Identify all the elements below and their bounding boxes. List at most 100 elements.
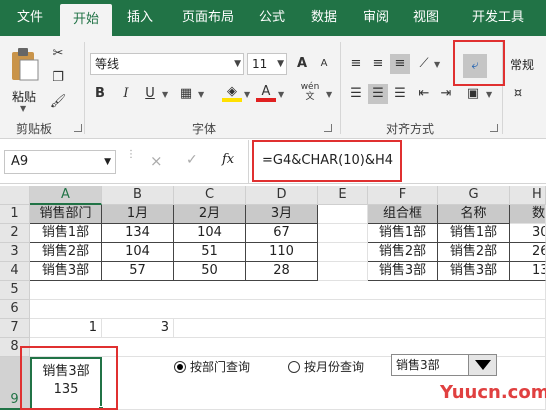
italic-button[interactable]: I (116, 84, 136, 104)
column-header-d[interactable]: D (246, 186, 318, 205)
tab-review[interactable]: 审阅 (356, 0, 396, 36)
column-header-g[interactable]: G (438, 186, 510, 205)
column-header-b[interactable]: B (102, 186, 174, 205)
borders-icon[interactable]: ▦ (176, 84, 196, 104)
cancel-icon[interactable]: × (150, 152, 163, 170)
font-family-select[interactable]: 等线 ▼ (90, 53, 244, 75)
cell-f3[interactable]: 销售2部 (368, 243, 438, 262)
cell-e4[interactable] (318, 262, 368, 281)
row-header-3[interactable]: 3 (0, 243, 30, 262)
cell-f4[interactable]: 销售3部 (368, 262, 438, 281)
cell-b4[interactable]: 57 (102, 262, 174, 281)
column-header-h[interactable]: H (510, 186, 546, 205)
merge-center-icon[interactable]: ▣ (463, 84, 483, 104)
cell-h2[interactable]: 30 (510, 224, 546, 243)
column-header-a[interactable]: A (30, 186, 102, 205)
cell-h4[interactable]: 13 (510, 262, 546, 281)
cell-e2[interactable] (318, 224, 368, 243)
decrease-indent-icon[interactable]: ⇤ (414, 84, 434, 104)
row-header-1[interactable]: 1 (0, 205, 30, 224)
font-color-button[interactable]: A (256, 82, 276, 102)
chevron-down-icon[interactable]: ▼ (198, 90, 204, 99)
chevron-down-icon[interactable]: ▼ (434, 60, 440, 69)
cell-g2[interactable]: 销售1部 (438, 224, 510, 243)
cell-a7[interactable]: 1 (30, 319, 102, 338)
orientation-icon[interactable]: ⟋ (414, 54, 434, 74)
cell-h1[interactable]: 数 (510, 205, 546, 224)
tab-insert[interactable]: 插入 (118, 0, 162, 36)
format-painter-icon[interactable]: 🖌 (48, 92, 68, 112)
chevron-down-icon[interactable]: ▼ (278, 90, 284, 99)
cell-d1[interactable]: 3月 (246, 205, 318, 224)
radio-by-department[interactable]: 按部门查询 (174, 358, 250, 375)
chevron-down-icon[interactable] (468, 355, 496, 375)
row-header-5[interactable]: 5 (0, 281, 30, 300)
cell-b7[interactable]: 3 (102, 319, 174, 338)
cut-icon[interactable]: ✂ (48, 44, 68, 64)
cell-g4[interactable]: 销售3部 (438, 262, 510, 281)
column-header-c[interactable]: C (174, 186, 246, 205)
select-all-corner[interactable] (0, 186, 30, 205)
cell-a2[interactable]: 销售1部 (30, 224, 102, 243)
cell-f1[interactable]: 组合框 (368, 205, 438, 224)
cell-e3[interactable] (318, 243, 368, 262)
tab-developer[interactable]: 开发工具 (458, 0, 538, 36)
grid-row-7-rest[interactable] (174, 319, 546, 338)
tab-home[interactable]: 开始 (60, 4, 112, 36)
shrink-font-button[interactable]: A (314, 54, 334, 74)
paste-button[interactable]: 粘贴 ▼ (6, 44, 44, 114)
cell-d2[interactable]: 67 (246, 224, 318, 243)
cell-a3[interactable]: 销售2部 (30, 243, 102, 262)
name-box[interactable]: A9 ▼ (4, 150, 116, 174)
tab-page-layout[interactable]: 页面布局 (172, 0, 244, 36)
row-header-2[interactable]: 2 (0, 224, 30, 243)
phonetic-guide-button[interactable]: wén 文 (296, 82, 324, 102)
enter-icon[interactable]: ✓ (186, 152, 198, 168)
insert-function-icon[interactable]: fx (222, 152, 234, 167)
chevron-down-icon[interactable]: ▼ (326, 90, 332, 99)
grid-row-5[interactable] (30, 281, 546, 300)
align-right-icon[interactable]: ☰ (390, 84, 410, 104)
tab-data[interactable]: 数据 (302, 0, 346, 36)
cell-c2[interactable]: 104 (174, 224, 246, 243)
cell-b1[interactable]: 1月 (102, 205, 174, 224)
align-middle-icon[interactable]: ≡ (368, 54, 388, 74)
bold-button[interactable]: B (90, 84, 110, 104)
underline-button[interactable]: U (140, 84, 160, 104)
tab-formulas[interactable]: 公式 (252, 0, 292, 36)
alignment-launcher-icon[interactable] (490, 124, 498, 132)
cell-c4[interactable]: 50 (174, 262, 246, 281)
tab-view[interactable]: 视图 (406, 0, 446, 36)
increase-indent-icon[interactable]: ⇥ (436, 84, 456, 104)
cell-f2[interactable]: 销售1部 (368, 224, 438, 243)
grid-row-6[interactable] (30, 300, 546, 319)
cell-b2[interactable]: 134 (102, 224, 174, 243)
font-size-select[interactable]: 11 ▼ (247, 53, 287, 75)
cell-a1[interactable]: 销售部门 (30, 205, 102, 224)
column-header-e[interactable]: E (318, 186, 368, 205)
cell-g1[interactable]: 名称 (438, 205, 510, 224)
align-bottom-icon[interactable]: ≡ (390, 54, 410, 74)
align-center-icon[interactable]: ☰ (368, 84, 388, 104)
cell-e1[interactable] (318, 205, 368, 224)
font-launcher-icon[interactable] (324, 124, 332, 132)
align-left-icon[interactable]: ☰ (346, 84, 366, 104)
cell-g3[interactable]: 销售2部 (438, 243, 510, 262)
cell-a4[interactable]: 销售3部 (30, 262, 102, 281)
row-header-7[interactable]: 7 (0, 319, 30, 338)
column-header-f[interactable]: F (368, 186, 438, 205)
cell-d4[interactable]: 28 (246, 262, 318, 281)
number-format-value[interactable]: 常规 (510, 56, 534, 73)
cell-b3[interactable]: 104 (102, 243, 174, 262)
chevron-down-icon[interactable]: ▼ (162, 90, 168, 99)
row-header-6[interactable]: 6 (0, 300, 30, 319)
fill-color-icon[interactable]: ◈ (222, 82, 242, 102)
tab-file[interactable]: 文件 (8, 0, 52, 36)
copy-icon[interactable]: ❐ (48, 68, 68, 88)
cell-h3[interactable]: 26 (510, 243, 546, 262)
currency-icon[interactable]: ¤ (508, 84, 528, 104)
grow-font-button[interactable]: A (292, 54, 312, 74)
department-combo-box[interactable]: 销售3部 (391, 354, 497, 376)
clipboard-launcher-icon[interactable] (74, 124, 82, 132)
cell-c1[interactable]: 2月 (174, 205, 246, 224)
